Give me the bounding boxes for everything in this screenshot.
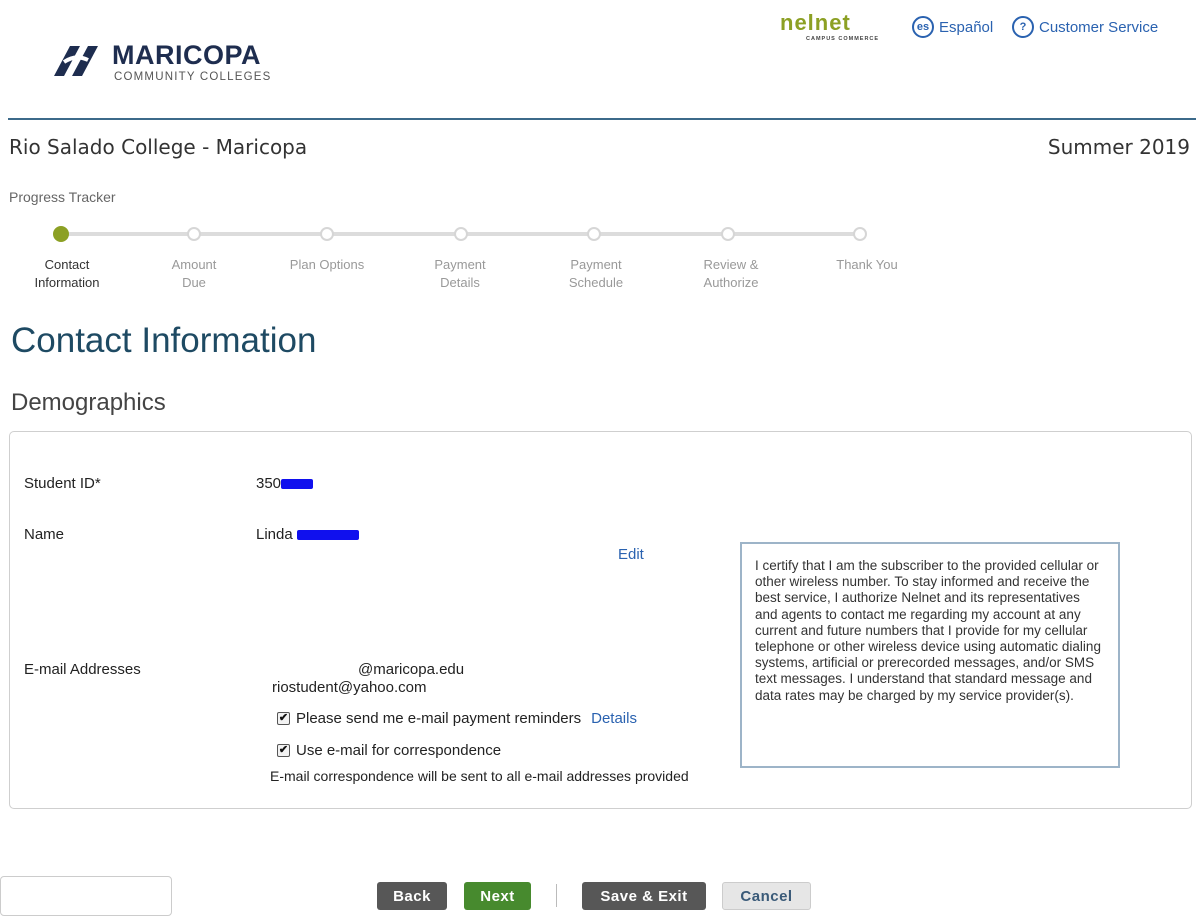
edit-link[interactable]: Edit [618,546,644,563]
step-label-payment-details: Payment Details [434,257,486,290]
correspondence-checkbox[interactable]: ✔ [277,744,290,757]
student-id-value: 350 [256,475,314,492]
nelnet-logo-word: nelnet [780,10,851,35]
language-link-label: Español [939,18,994,36]
maricopa-logo-mark [54,46,98,76]
step-label-payment-schedule: Payment Schedule [568,257,624,290]
section-title: Demographics [11,389,166,416]
step-dot-amount-due [187,227,201,241]
email-address-1: @maricopa.edu [358,661,465,678]
step-dot-plan-options [320,227,334,241]
reminders-label: Please send me e-mail payment reminders [296,710,582,727]
language-icon: es [912,16,934,38]
step-dot-payment-schedule [587,227,601,241]
customer-service-link[interactable]: ? Customer Service [1012,16,1158,38]
college-name: Rio Salado College - Maricopa [9,135,308,159]
nelnet-logo-subtitle: CAMPUS COMMERCE [806,36,880,42]
step-label-plan-options: Plan Options [289,257,365,272]
language-link[interactable]: es Español [912,16,993,38]
next-button[interactable]: Next [464,882,531,910]
customer-service-label: Customer Service [1039,18,1159,36]
save-exit-button[interactable]: Save & Exit [582,882,706,910]
email-addresses-label: E-mail Addresses [24,661,141,678]
step-label-amount-due: Amount Due [171,257,217,290]
cancel-button[interactable]: Cancel [722,882,811,910]
reminders-checkbox[interactable]: ✔ [277,712,290,725]
correspondence-note: E-mail correspondence will be sent to al… [270,768,689,784]
maricopa-logo-subtitle: COMMUNITY COLLEGES [114,71,272,83]
step-label-contact-information: Contact Information [34,257,100,290]
correspondence-label: Use e-mail for correspondence [296,742,502,759]
step-label-review-authorize: Review & Authorize [703,257,759,290]
email-address-2: riostudent@yahoo.com [272,679,427,696]
name-value: Linda [256,526,359,543]
footer-left-box [0,876,172,916]
term-label: Summer 2019 [1047,135,1190,159]
step-label-thank-you: Thank You [836,257,898,272]
redaction-mark [281,479,314,490]
button-separator [556,884,557,907]
step-dot-payment-details [454,227,468,241]
maricopa-logo-name: MARICOPA [112,40,261,70]
back-button[interactable]: Back [377,882,447,910]
nelnet-logo: nelnet CAMPUS COMMERCE [780,10,879,42]
help-icon: ? [1012,16,1034,38]
page-title: Contact Information [11,321,317,360]
correspondence-option: ✔ Use e-mail for correspondence [277,742,501,759]
reminders-option: ✔ Please send me e-mail payment reminder… [277,710,637,727]
step-dot-review-authorize [721,227,735,241]
redaction-mark [296,530,359,541]
details-link[interactable]: Details [591,710,637,727]
student-id-label: Student ID* [24,475,101,492]
step-dot-contact-information [53,226,69,242]
wireless-consent-disclaimer: I certify that I am the subscriber to th… [740,542,1120,768]
name-label: Name [24,526,65,543]
progress-tracker-label: Progress Tracker [9,189,116,205]
header-divider [8,118,1196,120]
step-dot-thank-you [853,227,867,241]
